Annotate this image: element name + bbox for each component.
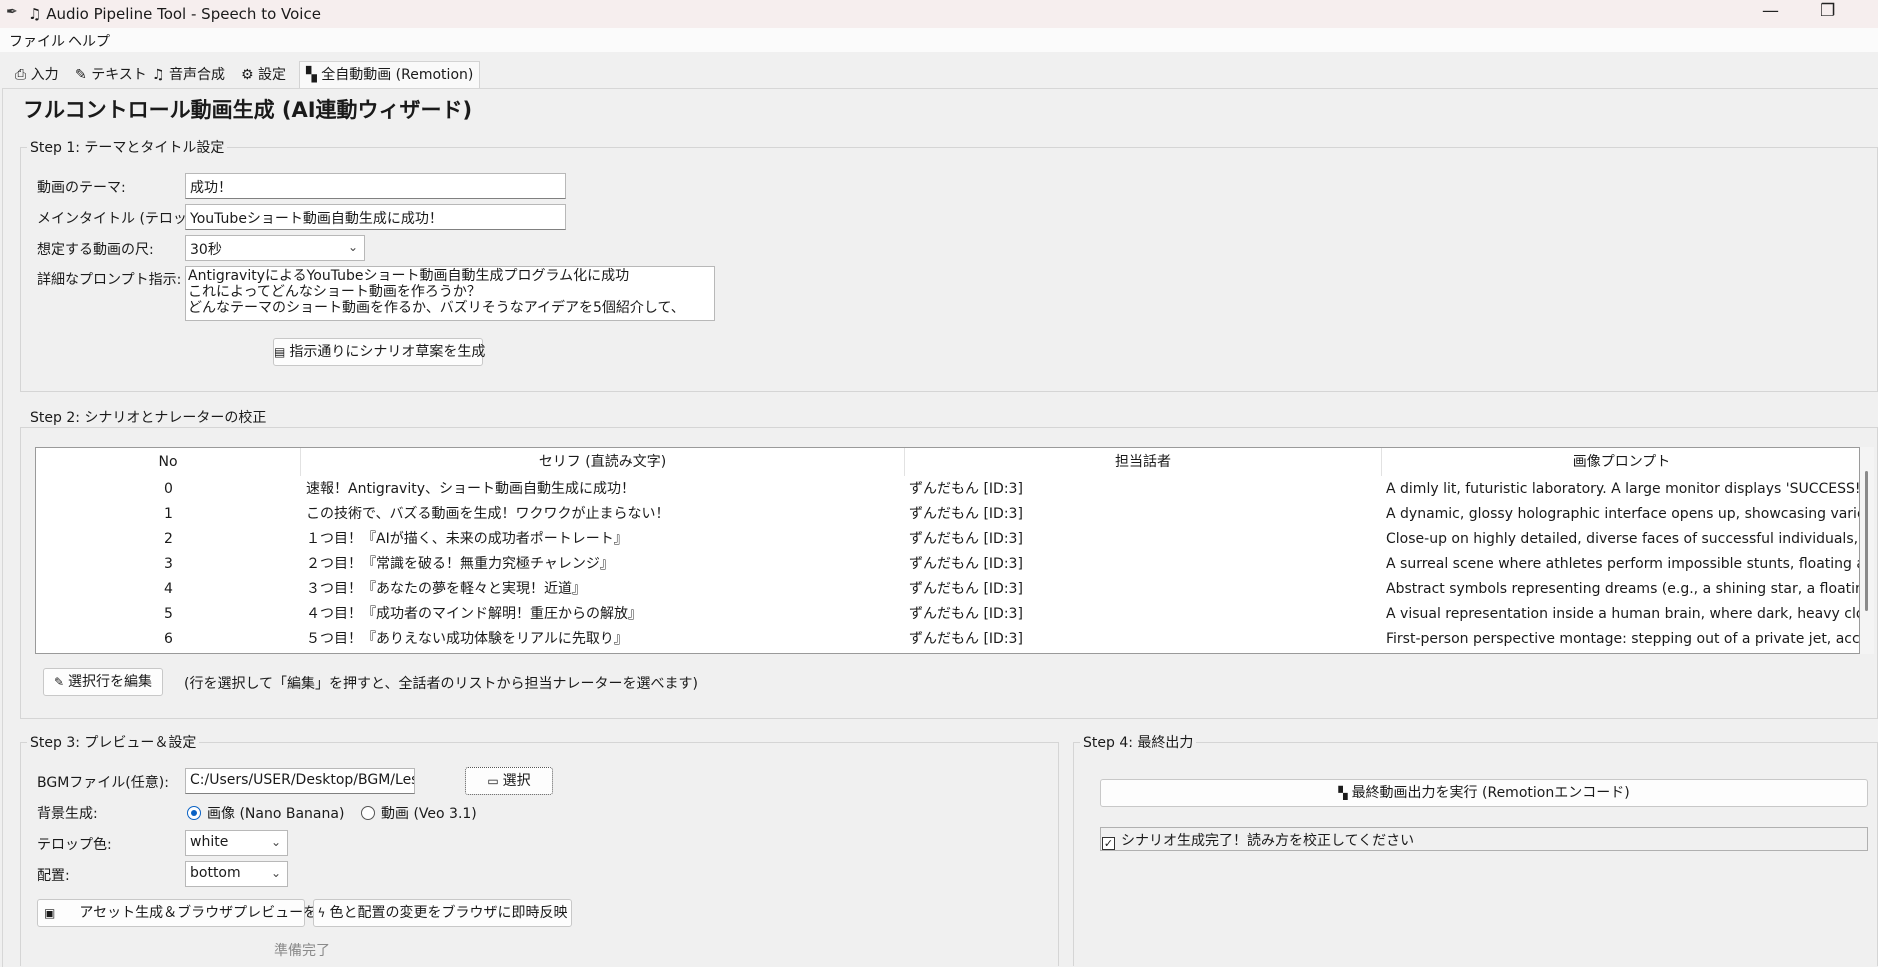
asset-preview-button[interactable]: ▣ アセット生成＆ブラウザプレビューを開く (37, 899, 345, 927)
position-label: 配置: (37, 868, 70, 884)
column-header-speaker[interactable]: 担当話者 (905, 448, 1382, 476)
table-row[interactable]: 2 １つ目！『AIが描く、未来の成功者ポートレート』 ずんだもん [ID:3] … (36, 527, 1859, 552)
table-header: No セリフ (直読み文字) 担当話者 画像プロンプト (36, 448, 1859, 476)
step3-title: Step 3: プレビュー＆設定 (27, 732, 200, 752)
step4-frame (1073, 742, 1878, 966)
gear-icon: ⚙ (241, 67, 254, 83)
prompt-textarea[interactable]: AntigravityによるYouTubeショート動画自動生成プログラム化に成功… (185, 266, 715, 321)
column-header-line[interactable]: セリフ (直読み文字) (301, 448, 905, 476)
position-select[interactable]: bottom ⌄ (185, 861, 288, 887)
bgm-label: BGMファイル(任意): (37, 775, 169, 791)
bg-image-radio[interactable]: 画像 (Nano Banana) (187, 803, 344, 823)
tab-text[interactable]: ✎ テキスト (72, 64, 150, 88)
table-scrollbar[interactable] (1860, 447, 1874, 654)
menu-bar: ファイル ヘルプ (0, 28, 1878, 52)
menu-help[interactable]: ヘルプ (68, 31, 110, 51)
minimize-button[interactable]: — (1762, 1, 1779, 21)
main-title-input[interactable]: YouTubeショート動画自動生成に成功！ (185, 204, 566, 230)
window-title: ♫ Audio Pipeline Tool - Speech to Voice (28, 5, 321, 23)
prompt-line: AntigravityによるYouTubeショート動画自動生成プログラム化に成功 (188, 268, 630, 284)
tab-input[interactable]: ⎙ 入力 (12, 64, 62, 88)
column-header-no[interactable]: No (36, 448, 301, 476)
import-icon: ⎙ (15, 67, 27, 83)
radio-unselected-icon (361, 806, 375, 820)
table-row[interactable]: 1 この技術で、バズる動画を生成！ワクワクが止まらない！ ずんだもん [ID:3… (36, 502, 1859, 527)
music-note-icon: ♫ (152, 67, 165, 83)
duration-select[interactable]: 30秒 ⌄ (185, 235, 365, 261)
scenario-table[interactable]: No セリフ (直読み文字) 担当話者 画像プロンプト 0 速報！Antigra… (35, 447, 1860, 654)
step1-title: Step 1: テーマとタイトル設定 (27, 137, 228, 157)
pencil-icon: ✎ (75, 67, 87, 83)
tab-strip: ⎙ 入力 ✎ テキスト ♫ 音声合成 ⚙ 設定 ▚ 全自動動画 (Remotio… (0, 52, 1878, 89)
theme-label: 動画のテーマ: (37, 180, 126, 196)
apply-changes-button[interactable]: ϟ 色と配置の変更をブラウザに即時反映 (313, 899, 572, 927)
menu-file[interactable]: ファイル (9, 31, 65, 51)
bg-video-radio[interactable]: 動画 (Veo 3.1) (361, 803, 477, 823)
clapper-icon: ▚ (1338, 786, 1348, 800)
bgm-path-input[interactable]: C:/Users/USER/Desktop/BGM/Les (185, 768, 415, 794)
edit-row-button[interactable]: ✎ 選択行を編集 (43, 668, 163, 696)
folder-icon: ▭ (487, 774, 499, 788)
step2-title: Step 2: シナリオとナレーターの校正 (27, 407, 270, 427)
table-row[interactable]: 0 速報！Antigravity、ショート動画自動生成に成功！ ずんだもん [I… (36, 477, 1859, 502)
restore-button[interactable]: ❐ (1820, 1, 1835, 21)
step4-title: Step 4: 最終出力 (1080, 732, 1197, 752)
table-row[interactable]: 3 ２つ目！『常識を破る！無重力究極チャレンジ』 ずんだもん [ID:3] A … (36, 552, 1859, 577)
background-label: 背景生成: (37, 806, 98, 822)
tab-auto-video[interactable]: ▚ 全自動動画 (Remotion) (299, 61, 481, 89)
tab-settings[interactable]: ⚙ 設定 (238, 64, 289, 88)
prompt-label: 詳細なプロンプト指示: (37, 272, 182, 288)
checkmark-icon: ✓ (1102, 837, 1115, 850)
telop-color-select[interactable]: white ⌄ (185, 830, 288, 856)
radio-selected-icon (187, 806, 201, 820)
lightning-icon: ϟ (317, 906, 326, 920)
bgm-select-button[interactable]: ▭ 選択 (465, 767, 553, 795)
telop-color-label: テロップ色: (37, 837, 112, 853)
generate-scenario-button[interactable]: ▤ 指示通りにシナリオ草案を生成 (273, 338, 485, 366)
page-title: フルコントロール動画生成 (AI連動ウィザード) (23, 98, 473, 122)
edit-hint: (行を選択して「編集」を押すと、全話者のリストから担当ナレーターを選べます) (184, 676, 698, 692)
step4-status-bar: ✓ シナリオ生成完了！読み方を校正してください (1100, 827, 1868, 851)
export-video-button[interactable]: ▚ 最終動画出力を実行 (Remotionエンコード) (1100, 779, 1868, 807)
chevron-down-icon: ⌄ (347, 240, 358, 254)
tab-tts[interactable]: ♫ 音声合成 (149, 64, 228, 88)
status-checkbox: ✓ シナリオ生成完了！読み方を校正してください (1102, 833, 1415, 850)
clapper-icon: ▚ (306, 67, 317, 83)
table-row[interactable]: 6 ５つ目！『ありえない成功体験をリアルに先取り』 ずんだもん [ID:3] F… (36, 627, 1859, 652)
feather-icon: ✒ (6, 4, 18, 20)
document-icon: ▤ (274, 345, 286, 359)
theme-input[interactable]: 成功！ (185, 173, 566, 199)
table-row[interactable]: 4 ３つ目！『あなたの夢を軽々と実現！近道』 ずんだもん [ID:3] Abst… (36, 577, 1859, 602)
table-row[interactable]: 5 ４つ目！『成功者のマインド解明！重圧からの解放』 ずんだもん [ID:3] … (36, 602, 1859, 627)
chevron-down-icon: ⌄ (270, 866, 281, 880)
step3-status: 準備完了 (274, 943, 330, 959)
image-icon: ▣ (44, 906, 56, 920)
prompt-line: どんなテーマのショート動画を作るか、バズリそうなアイデアを5個紹介して、 (188, 300, 685, 316)
title-bar: ✒ ♫ Audio Pipeline Tool - Speech to Voic… (0, 0, 1878, 28)
scrollbar-thumb[interactable] (1865, 471, 1868, 611)
chevron-down-icon: ⌄ (270, 835, 281, 849)
column-header-image-prompt[interactable]: 画像プロンプト (1382, 448, 1859, 476)
prompt-line: これによってどんなショート動画を作ろうか？ (188, 284, 481, 300)
pencil-icon: ✎ (53, 675, 65, 689)
duration-label: 想定する動画の尺: (37, 242, 154, 258)
